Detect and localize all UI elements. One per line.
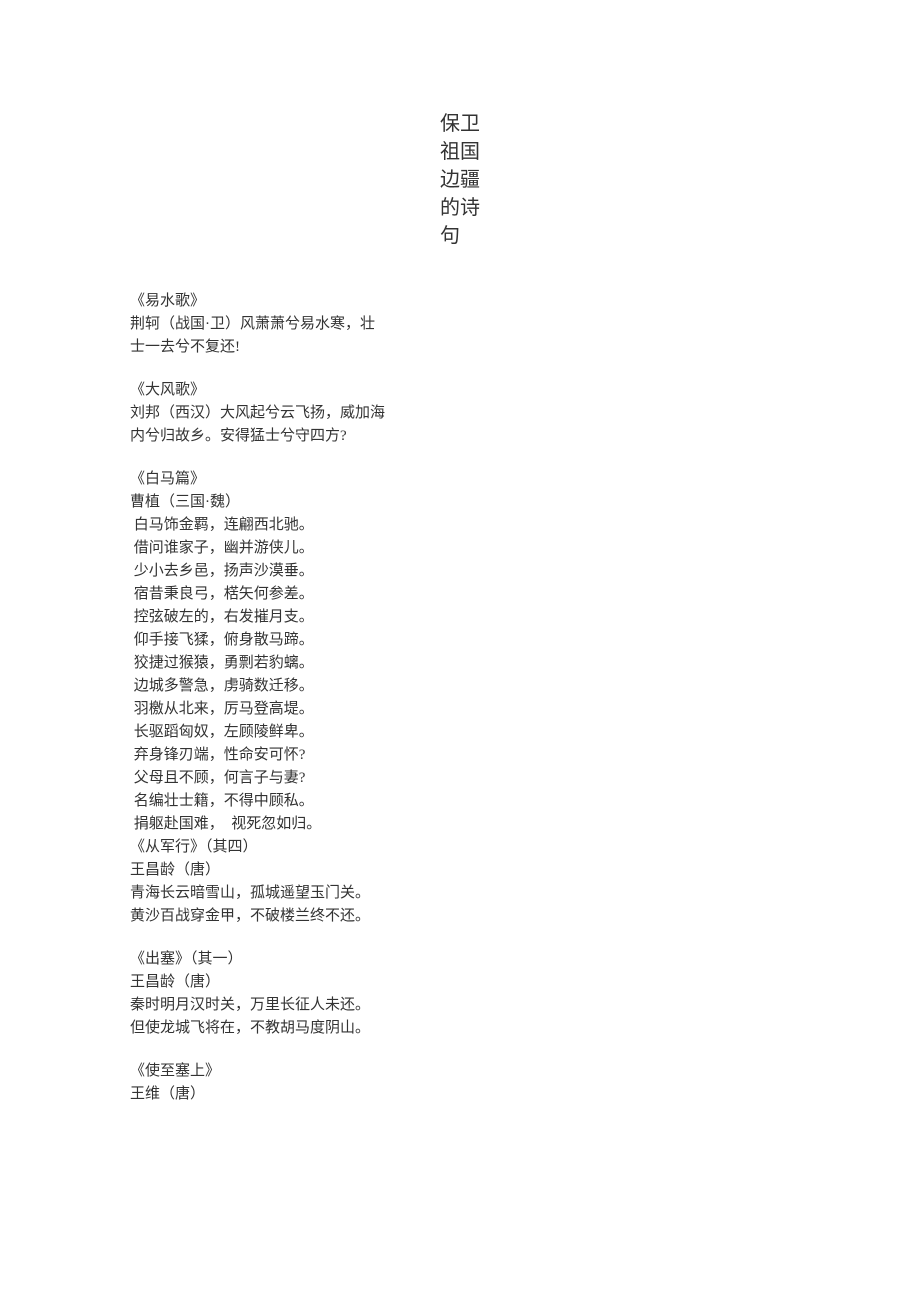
poem-block: 《白马篇》曹植（三国·魏） 白马饰金羁，连翩西北驰。 借问谁家子，幽并游侠儿。 …: [130, 468, 790, 928]
poem-block: 《大风歌》刘邦（西汉）大风起兮云飞扬，威加海内兮归故乡。安得猛士兮守四方?: [130, 379, 790, 448]
poem-line: 刘邦（西汉）大风起兮云飞扬，威加海: [130, 402, 790, 425]
poem-line: 《大风歌》: [130, 379, 790, 402]
poem-line: 父母且不顾，何言子与妻?: [130, 767, 790, 790]
poem-line: 《使至塞上》: [130, 1060, 790, 1083]
poem-line: 捐躯赴国难， 视死忽如归。: [130, 813, 790, 836]
poem-line: 内兮归故乡。安得猛士兮守四方?: [130, 425, 790, 448]
poem-line: 士一去兮不复还!: [130, 336, 790, 359]
poem-line: 秦时明月汉时关，万里长征人未还。: [130, 994, 790, 1017]
poem-line: 控弦破左的，右发摧月支。: [130, 606, 790, 629]
page-title: 保卫祖国边疆的诗句: [440, 110, 480, 250]
poem-line: 借问谁家子，幽并游侠儿。: [130, 537, 790, 560]
poem-line: 荆轲（战国·卫）风萧萧兮易水寒，壮: [130, 313, 790, 336]
poem-line: 白马饰金羁，连翩西北驰。: [130, 514, 790, 537]
poems-container: 《易水歌》荆轲（战国·卫）风萧萧兮易水寒，壮士一去兮不复还! 《大风歌》刘邦（西汉…: [130, 290, 790, 1106]
poem-line: 名编壮士籍，不得中顾私。: [130, 790, 790, 813]
poem-line: 黄沙百战穿金甲，不破楼兰终不还。: [130, 905, 790, 928]
poem-line: 《白马篇》: [130, 468, 790, 491]
poem-line: 少小去乡邑，扬声沙漠垂。: [130, 560, 790, 583]
poem-line: 长驱蹈匈奴，左顾陵鲜卑。: [130, 721, 790, 744]
poem-line: 王维（唐）: [130, 1083, 790, 1106]
poem-block: 《使至塞上》王维（唐）: [130, 1060, 790, 1106]
poem-line: 曹植（三国·魏）: [130, 491, 790, 514]
poem-block: 《出塞》（其一）王昌龄（唐）秦时明月汉时关，万里长征人未还。但使龙城飞将在，不教…: [130, 948, 790, 1040]
poem-line: 狡捷过猴猿，勇剽若豹螭。: [130, 652, 790, 675]
poem-line: 边城多警急，虏骑数迁移。: [130, 675, 790, 698]
poem-line: 王昌龄（唐）: [130, 859, 790, 882]
poem-line: 弃身锋刃端，性命安可怀?: [130, 744, 790, 767]
poem-line: 羽檄从北来，厉马登高堤。: [130, 698, 790, 721]
poem-line: 王昌龄（唐）: [130, 971, 790, 994]
document-page: 保卫祖国边疆的诗句 《易水歌》荆轲（战国·卫）风萧萧兮易水寒，壮士一去兮不复还!…: [0, 0, 920, 1186]
poem-line: 仰手接飞猱，俯身散马蹄。: [130, 629, 790, 652]
poem-line: 但使龙城飞将在，不教胡马度阴山。: [130, 1017, 790, 1040]
poem-line: 宿昔秉良弓，楛矢何参差。: [130, 583, 790, 606]
poem-line: 《从军行》（其四）: [130, 836, 790, 859]
poem-line: 《出塞》（其一）: [130, 948, 790, 971]
poem-line: 《易水歌》: [130, 290, 790, 313]
poem-block: 《易水歌》荆轲（战国·卫）风萧萧兮易水寒，壮士一去兮不复还!: [130, 290, 790, 359]
poem-line: 青海长云暗雪山，孤城遥望玉门关。: [130, 882, 790, 905]
